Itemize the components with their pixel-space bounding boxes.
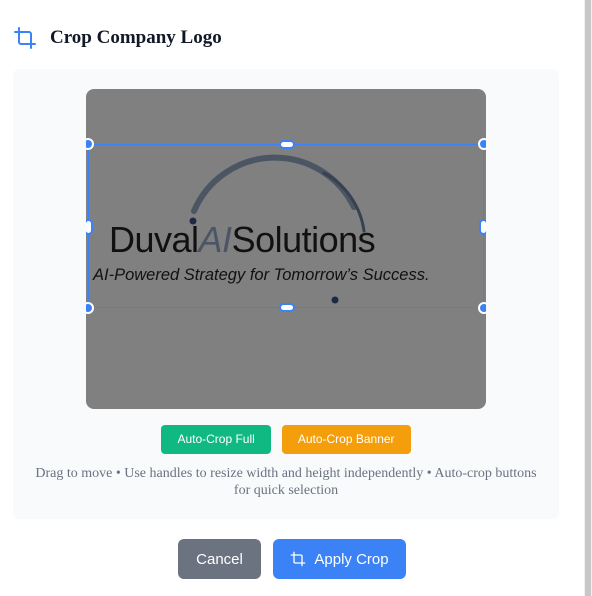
auto-crop-buttons: Auto-Crop Full Auto-Crop Banner xyxy=(13,425,559,454)
resize-handle-right[interactable] xyxy=(479,219,486,235)
resize-handle-left[interactable] xyxy=(86,219,93,235)
crop-icon xyxy=(14,27,36,49)
apply-crop-button[interactable]: Apply Crop xyxy=(273,539,406,579)
cancel-label: Cancel xyxy=(196,550,243,568)
crop-selection[interactable] xyxy=(86,138,486,314)
cancel-button[interactable]: Cancel xyxy=(178,539,261,579)
resize-handle-bottom[interactable] xyxy=(279,303,295,312)
crop-panel: DuvalAISolutions AI-Powered Strategy for… xyxy=(13,69,559,519)
resize-handle-top[interactable] xyxy=(279,140,295,149)
dialog-title: Crop Company Logo xyxy=(50,27,222,48)
scrollbar[interactable] xyxy=(584,0,592,596)
crop-instructions: Drag to move • Use handles to resize wid… xyxy=(35,466,537,498)
crop-dialog: Crop Company Logo DuvalAISolutions AI-Po… xyxy=(0,0,584,596)
resize-handle-bottom-right[interactable] xyxy=(478,302,486,314)
auto-crop-full-button[interactable]: Auto-Crop Full xyxy=(161,425,271,454)
scrollbar-thumb[interactable] xyxy=(585,0,591,596)
auto-crop-banner-button[interactable]: Auto-Crop Banner xyxy=(281,425,411,454)
apply-crop-label: Apply Crop xyxy=(314,550,389,568)
dialog-header: Crop Company Logo xyxy=(13,24,222,52)
resize-handle-top-left[interactable] xyxy=(86,138,94,150)
resize-handle-top-right[interactable] xyxy=(478,138,486,150)
crop-canvas[interactable]: DuvalAISolutions AI-Powered Strategy for… xyxy=(86,89,486,409)
crop-icon xyxy=(291,551,306,567)
dialog-footer: Cancel Apply Crop xyxy=(0,539,584,579)
